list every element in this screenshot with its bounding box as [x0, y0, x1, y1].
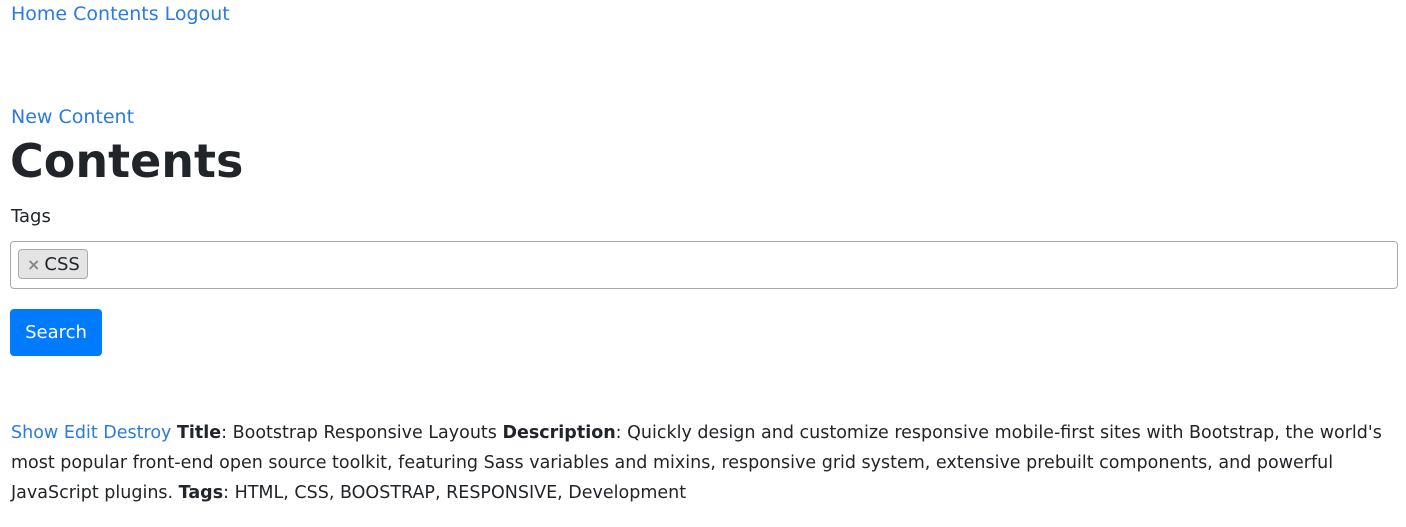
record-title-value: Bootstrap Responsive Layouts [232, 423, 497, 443]
page-title: Contents [10, 134, 244, 188]
content-record: Show Edit Destroy Title: Bootstrap Respo… [11, 423, 1382, 503]
tags-multiselect-input[interactable]: × CSS [10, 241, 1398, 289]
nav-contents-link[interactable]: Contents [73, 3, 158, 25]
tag-chip-css: × CSS [18, 249, 88, 279]
record-tags-label: Tags [178, 483, 224, 503]
tag-remove-icon[interactable]: × [27, 255, 40, 274]
top-nav: Home Contents Logout [11, 2, 230, 26]
tag-chip-label: CSS [44, 253, 80, 275]
nav-logout-link[interactable]: Logout [165, 3, 230, 25]
record-description-label: Description [502, 423, 616, 443]
record-edit-link[interactable]: Edit [64, 423, 98, 443]
new-content-link[interactable]: New Content [11, 105, 134, 129]
record-title-label: Title [176, 423, 222, 443]
record-show-link[interactable]: Show [11, 423, 58, 443]
nav-home-link[interactable]: Home [11, 3, 67, 25]
record-destroy-link[interactable]: Destroy [103, 423, 171, 443]
search-button[interactable]: Search [10, 309, 102, 356]
record-tags-value: HTML, CSS, BOOSTRAP, RESPONSIVE, Develop… [234, 483, 687, 503]
tags-label: Tags [11, 206, 51, 227]
